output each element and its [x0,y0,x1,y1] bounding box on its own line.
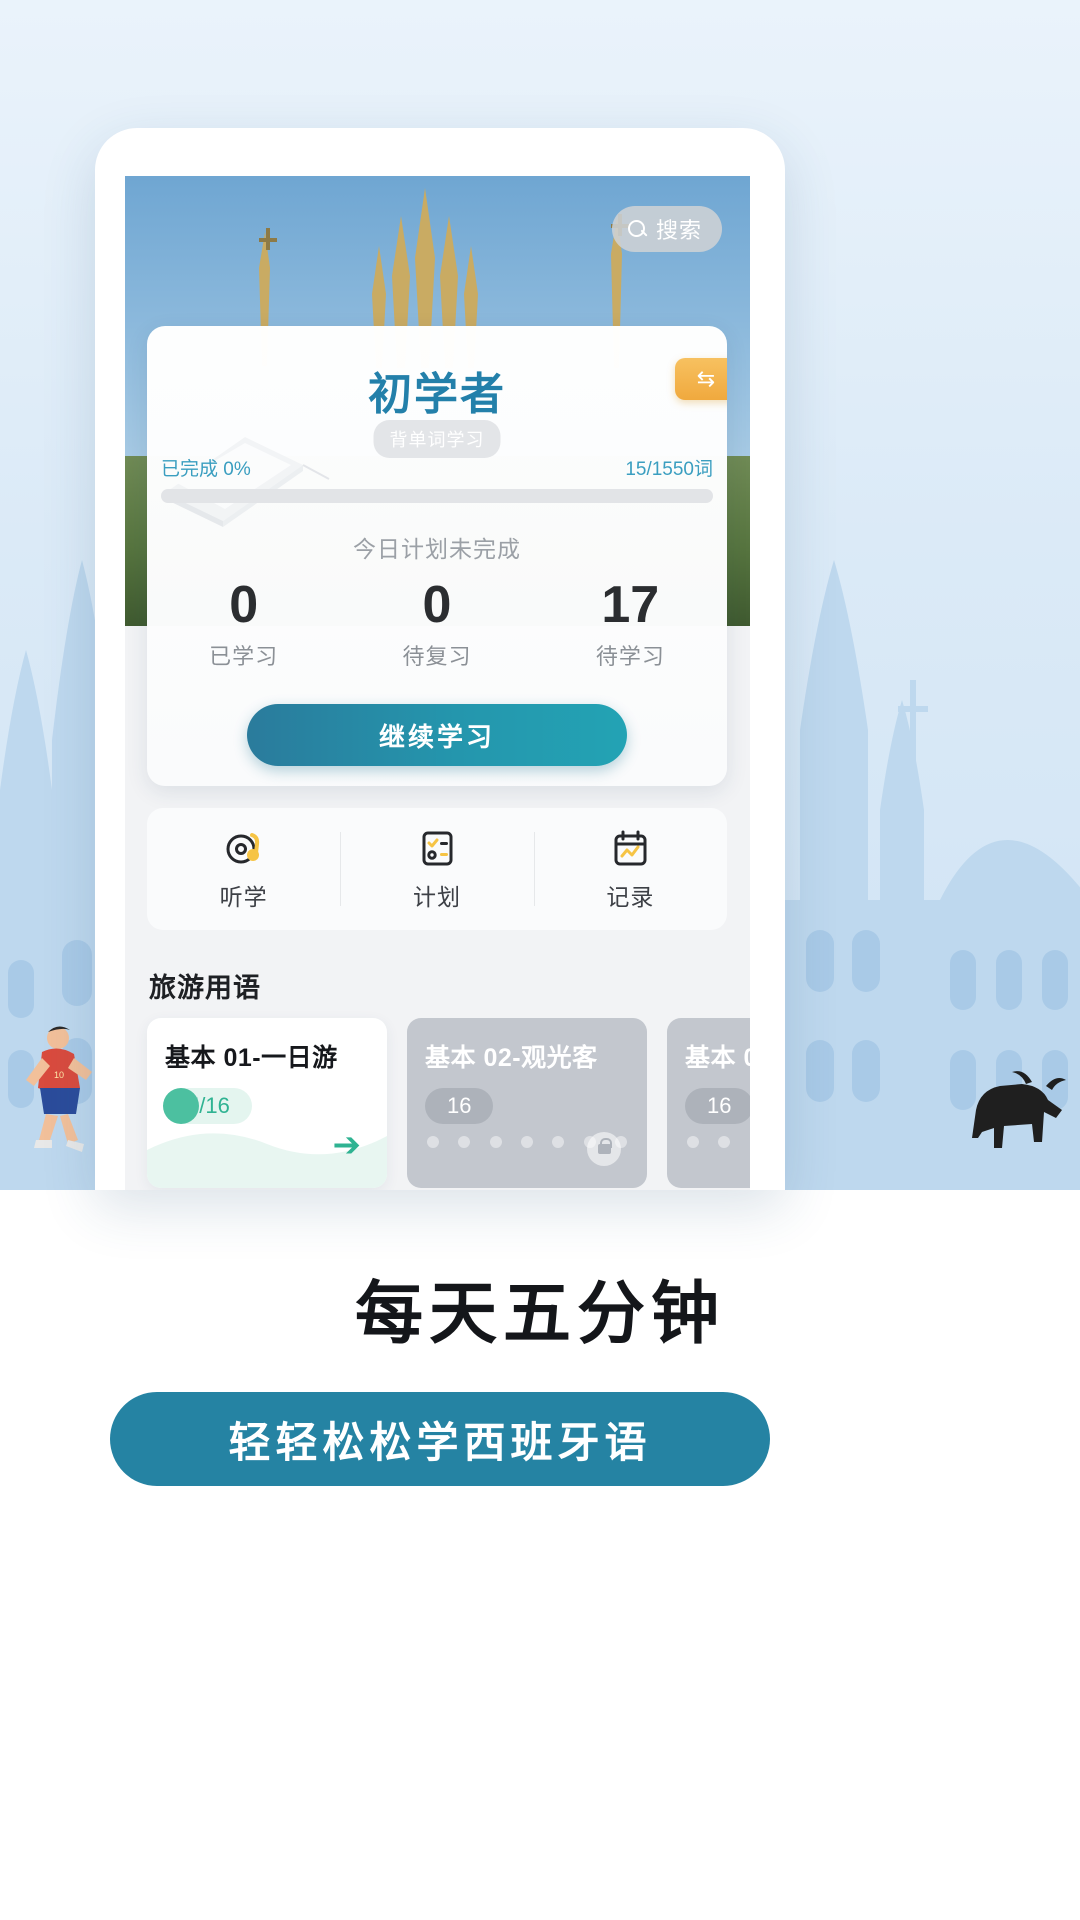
arrow-right-icon[interactable]: ➔ [333,1128,362,1162]
learning-summary-card: 初学者 背单词学习 ⇆ 已完成 0% 15/1550词 今日计划未完成 0 已学… [147,326,727,786]
stat-value: 17 [601,576,660,634]
quick-action-label: 计划 [412,883,461,910]
quick-action-listen[interactable]: 听学 [147,808,340,930]
swap-icon: ⇆ [696,366,716,391]
search-button[interactable]: 搜索 [611,206,722,252]
stat-label: 待复习 [402,643,472,669]
level-tag: 背单词学习 [373,420,501,458]
quick-action-record[interactable]: 记录 [533,808,727,930]
stat-to-learn[interactable]: 17 待学习 [534,578,727,671]
lesson-badge: 16 [685,1088,750,1124]
lesson-card[interactable]: 基本 01-一日游 5/16 ➔ [147,1018,387,1188]
lesson-title: 基本 02-观光客 [425,1044,598,1072]
daily-plan-status: 今日计划未完成 [353,536,521,562]
lesson-card-list[interactable]: 基本 01-一日游 5/16 ➔ 基本 02-观光客 16 基本 03 16 [147,1018,750,1190]
quick-actions-bar: 听学 计划 记录 [147,808,727,930]
lesson-title: 基本 03 [685,1044,750,1072]
bull-illustration [972,1071,1066,1148]
switch-book-button[interactable]: ⇆ [675,358,727,400]
quick-action-label: 听学 [219,883,268,910]
svg-text:10: 10 [54,1070,64,1080]
lesson-dots-decoration [677,1136,750,1148]
lesson-badge: 16 [425,1088,494,1124]
stat-value: 0 [422,576,452,634]
search-icon [627,219,647,239]
stat-value: 0 [229,576,259,634]
lesson-card[interactable]: 基本 03 16 [667,1018,750,1188]
stat-to-review[interactable]: 0 待复习 [340,578,533,671]
search-label: 搜索 [655,218,702,243]
poster-tagline: 每天五分钟 [354,1276,725,1352]
continue-study-button[interactable]: 继续学习 [247,704,627,766]
lock-icon [587,1132,621,1166]
chart-record-icon [614,830,647,865]
section-title: 旅游用语 [149,973,261,1003]
lesson-title: 基本 01-一日游 [165,1044,338,1072]
stat-learned[interactable]: 0 已学习 [147,578,340,671]
level-title: 初学者 [368,370,506,419]
progress-label: 已完成 0% [161,459,251,480]
listen-music-icon [226,832,259,863]
app-screen: 搜索 初学者 背单词学习 ⇆ 已完成 0% 15/1550词 今日计划未完成 0… [125,176,750,1190]
stats-row: 0 已学习 0 待复习 17 待学习 [147,578,727,671]
lesson-card[interactable]: 基本 02-观光客 16 [407,1018,647,1188]
stat-label: 待学习 [595,643,665,669]
progress-row: 已完成 0% 15/1550词 [147,454,727,481]
phone-mockup: 搜索 初学者 背单词学习 ⇆ 已完成 0% 15/1550词 今日计划未完成 0… [95,128,785,1190]
word-count-label: 15/1550词 [625,459,713,480]
checklist-icon [422,831,453,865]
runner-illustration: 10 [26,1026,92,1152]
stat-label: 已学习 [209,643,279,669]
quick-action-plan[interactable]: 计划 [340,808,533,930]
poster-cta-button[interactable]: 轻轻松松学西班牙语 [110,1392,770,1486]
quick-action-label: 记录 [606,883,655,910]
progress-bar [161,489,713,503]
